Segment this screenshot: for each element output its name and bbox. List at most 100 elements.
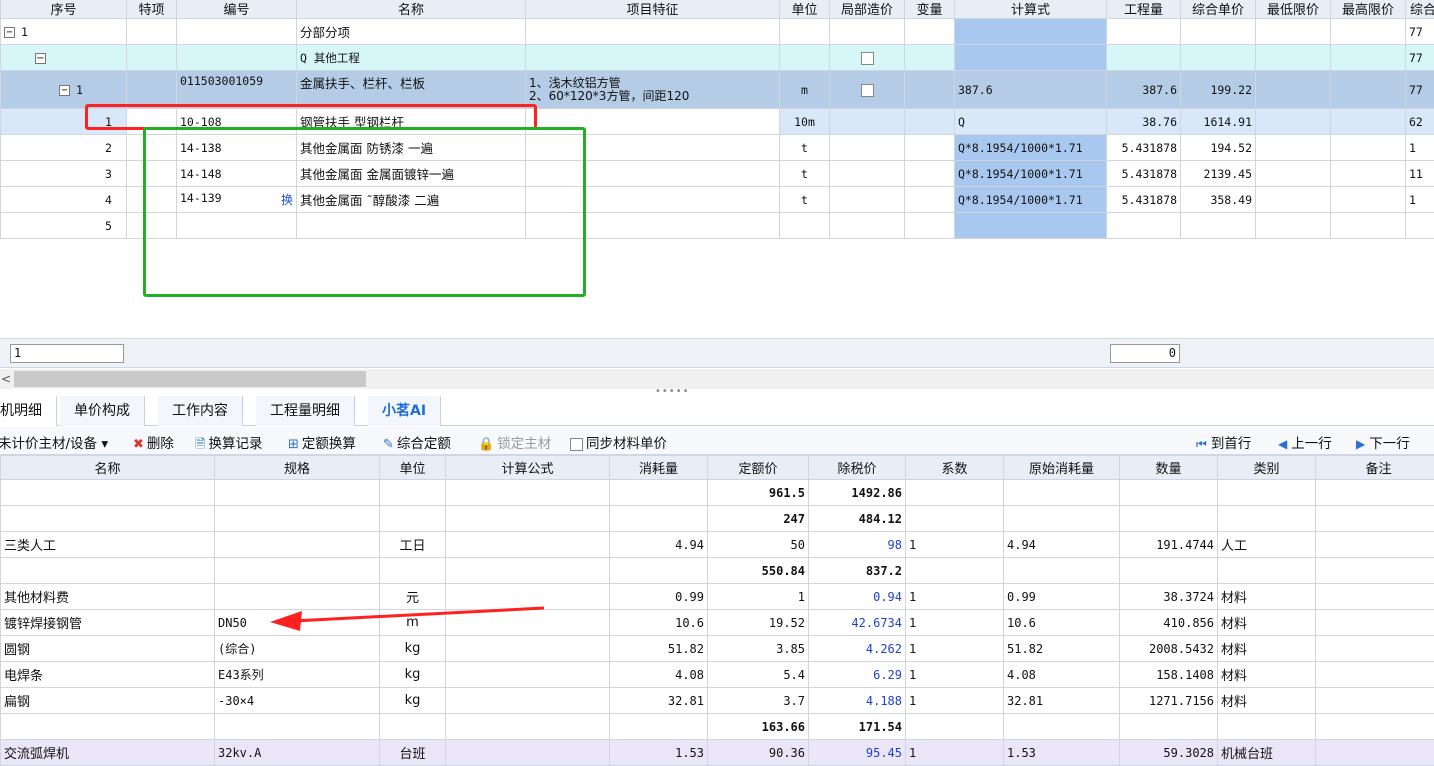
collapse-icon[interactable]: −	[4, 26, 15, 38]
col-special[interactable]: 特项	[126, 0, 177, 19]
conversion-marker-icon[interactable]: 换	[281, 191, 293, 208]
sync-price-checkbox[interactable]: 同步材料单价	[570, 432, 667, 452]
name-cell[interactable]: 分部分项	[296, 18, 526, 45]
next-row-button[interactable]: ▶ 下一行	[1356, 432, 1410, 452]
tax-cell[interactable]: 837.2	[808, 557, 906, 584]
coef-cell[interactable]	[905, 479, 1004, 506]
tab-price-composition[interactable]: 单价构成	[60, 396, 145, 426]
tab-quantity-detail[interactable]: 工程量明细	[256, 396, 355, 426]
table-row[interactable]: 三类人工 工日 4.94 50 98 1 4.94 191.4744 人工	[0, 531, 1434, 558]
col-name[interactable]: 名称	[296, 0, 526, 19]
tab-work-content[interactable]: 工作内容	[158, 396, 243, 426]
col-category[interactable]: 类别	[1217, 455, 1316, 480]
name-cell[interactable]: 其他金属面 金属面镀锌一遍	[296, 160, 526, 187]
col-code[interactable]: 编号	[176, 0, 297, 19]
collapse-icon[interactable]: −	[35, 53, 46, 64]
col-formula[interactable]: 计算式	[954, 0, 1107, 19]
table-row[interactable]: 163.66 171.54	[0, 713, 1434, 740]
consume-cell[interactable]	[609, 557, 708, 584]
consume-cell[interactable]: 1.53	[609, 739, 708, 766]
consume-cell[interactable]	[609, 713, 708, 740]
tax-cell[interactable]: 1492.86	[808, 479, 906, 506]
collapse-icon[interactable]: −	[59, 84, 70, 96]
table-row[interactable]: 247 484.12	[0, 505, 1434, 532]
table-row[interactable]: 2 14-138 其他金属面 防锈漆 一遍 t Q*8.1954/1000*1.…	[0, 134, 1434, 161]
seq-cell[interactable]: −1	[0, 18, 127, 45]
table-row[interactable]: − Q 其他工程 77	[0, 44, 1434, 71]
tax-cell[interactable]: 4.188	[808, 687, 906, 714]
table-row[interactable]: 550.84 837.2	[0, 557, 1434, 584]
table-row[interactable]: 3 14-148 其他金属面 金属面镀锌一遍 t Q*8.1954/1000*1…	[0, 160, 1434, 187]
table-row[interactable]: 镀锌焊接钢管 DN50 m 10.6 19.52 42.6734 1 10.6 410.856 材…	[0, 609, 1434, 636]
unpriced-material-dropdown[interactable]: 未计价主材/设备 ▾	[0, 432, 108, 452]
tax-cell[interactable]: 484.12	[808, 505, 906, 532]
col-original-consumption[interactable]: 原始消耗量	[1003, 455, 1120, 480]
tax-cell[interactable]: 6.29	[808, 661, 906, 688]
tax-cell[interactable]: 95.45	[808, 739, 906, 766]
table-row[interactable]: 交流弧焊机 32kv.A 台班 1.53 90.36 95.45 1 1.53 59.3028 机…	[0, 739, 1434, 766]
tab-material-detail[interactable]: 机明细	[0, 396, 57, 426]
table-row[interactable]: 961.5 1492.86	[0, 479, 1434, 506]
col-unit-price[interactable]: 综合单价	[1180, 0, 1256, 19]
col-name[interactable]: 名称	[0, 455, 215, 480]
tax-cell[interactable]: 4.262	[808, 635, 906, 662]
col-coefficient[interactable]: 系数	[905, 455, 1004, 480]
col-max-price[interactable]: 最高限价	[1330, 0, 1406, 19]
coef-cell[interactable]: 1	[905, 661, 1004, 688]
quota-convert-button[interactable]: ⊞ 定额换算	[288, 432, 356, 452]
footer-seq-input[interactable]: 1	[10, 344, 124, 363]
coef-cell[interactable]: 1	[905, 609, 1004, 636]
col-quantity[interactable]: 工程量	[1106, 0, 1181, 19]
col-variable[interactable]: 变量	[904, 0, 955, 19]
seq-cell[interactable]: −	[0, 44, 127, 71]
feature-cell[interactable]: 1、浅木纹铝方管 2、60*120*3方管，间距120	[525, 70, 780, 109]
comprehensive-quota-button[interactable]: ✎ 综合定额	[383, 432, 451, 452]
coef-cell[interactable]: 1	[905, 531, 1004, 558]
coef-cell[interactable]: 1	[905, 739, 1004, 766]
consume-cell[interactable]: 10.6	[609, 609, 708, 636]
consume-cell[interactable]: 51.82	[609, 635, 708, 662]
col-formula[interactable]: 计算公式	[445, 455, 610, 480]
col-tax-excluded-price[interactable]: 除税价	[808, 455, 906, 480]
coef-cell[interactable]: 1	[905, 635, 1004, 662]
col-unit[interactable]: 单位	[779, 0, 830, 19]
first-row-button[interactable]: ⏮ 到首行	[1196, 432, 1251, 452]
delete-button[interactable]: ✖ 删除	[133, 432, 174, 452]
table-row[interactable]: 5	[0, 212, 1434, 239]
consume-cell[interactable]: 0.99	[609, 583, 708, 610]
consume-cell[interactable]: 4.94	[609, 531, 708, 558]
col-spec[interactable]: 规格	[214, 455, 380, 480]
scrollbar-thumb[interactable]	[14, 371, 366, 387]
local-cost-checkbox[interactable]	[860, 84, 874, 97]
name-cell[interactable]: 其他金属面 ˜醇酸漆 二遍	[296, 186, 526, 213]
coef-cell[interactable]	[905, 505, 1004, 532]
tax-cell[interactable]: 171.54	[808, 713, 906, 740]
coef-cell[interactable]: 1	[905, 583, 1004, 610]
col-seq[interactable]: 序号	[0, 0, 127, 19]
coef-cell[interactable]	[905, 557, 1004, 584]
col-consumption[interactable]: 消耗量	[609, 455, 708, 480]
col-feature[interactable]: 项目特征	[525, 0, 780, 19]
prev-row-button[interactable]: ◀ 上一行	[1278, 432, 1332, 452]
table-row[interactable]: −1 011503001059 金属扶手、栏杆、栏板 1、浅木纹铝方管 2、60…	[0, 70, 1434, 109]
tax-cell[interactable]: 42.6734	[808, 609, 906, 636]
seq-cell[interactable]: −1	[0, 70, 127, 109]
horizontal-scrollbar[interactable]: <	[0, 369, 1434, 389]
tax-cell[interactable]: 98	[808, 531, 906, 558]
table-row[interactable]: 4 14-139 换 其他金属面 ˜醇酸漆 二遍 t Q*8.1954/1000*…	[0, 186, 1434, 213]
local-cost-checkbox[interactable]	[860, 52, 874, 65]
name-cell[interactable]: 其他金属面 防锈漆 一遍	[296, 134, 526, 161]
scroll-left-icon[interactable]: <	[0, 369, 12, 389]
col-local-cost[interactable]: 局部造价	[829, 0, 905, 19]
consume-cell[interactable]	[609, 479, 708, 506]
col-remark[interactable]: 备注	[1315, 455, 1434, 480]
coef-cell[interactable]: 1	[905, 687, 1004, 714]
tab-ai-assistant[interactable]: 小茗AI	[368, 396, 442, 426]
table-row[interactable]: 1 10-108 钢管扶手 型钢栏杆 10m Q 38.76 1614.91 6…	[0, 108, 1434, 135]
col-quota-price[interactable]: 定额价	[707, 455, 809, 480]
table-row[interactable]: 圆钢 (综合) kg 51.82 3.85 4.262 1 51.82 2008.5432 材料	[0, 635, 1434, 662]
col-amount[interactable]: 数量	[1119, 455, 1218, 480]
tax-cell[interactable]: 0.94	[808, 583, 906, 610]
table-row[interactable]: 扁钢 -30×4 kg 32.81 3.7 4.188 1 32.81 1271.7156 材料	[0, 687, 1434, 714]
name-cell[interactable]: 钢管扶手 型钢栏杆	[296, 108, 526, 135]
